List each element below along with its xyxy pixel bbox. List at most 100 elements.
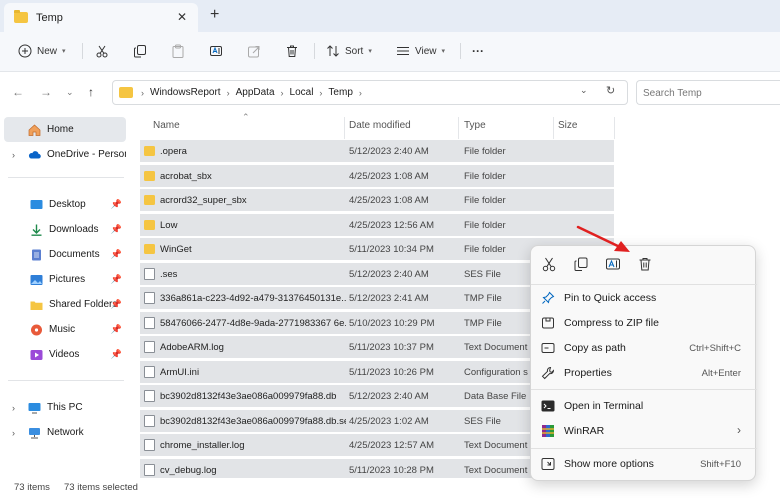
delete-button[interactable] (637, 256, 653, 272)
sidebar-item-downloads[interactable]: Downloads 📌 (4, 217, 126, 242)
menu-item-open-in-terminal[interactable]: Open in Terminal (535, 394, 753, 418)
pin-icon[interactable]: 📌 (111, 199, 122, 210)
copy-button[interactable] (573, 256, 589, 272)
recent-locations-icon[interactable]: ⌄ (66, 87, 74, 98)
sidebar-item-music[interactable]: Music 📌 (4, 317, 126, 342)
more-options-icon (541, 458, 555, 470)
menu-divider (531, 389, 757, 390)
pin-icon[interactable]: 📌 (111, 249, 122, 260)
zip-icon (542, 317, 554, 329)
menu-item-compress-to-zip[interactable]: Compress to ZIP file (535, 311, 753, 335)
sidebar-item-label: Home (47, 124, 74, 135)
breadcrumb-windowsreport[interactable]: WindowsReport (150, 87, 221, 98)
sidebar-item-documents[interactable]: Documents 📌 (4, 242, 126, 267)
column-divider[interactable] (458, 117, 459, 139)
desktop-icon (30, 199, 43, 209)
file-row[interactable]: .opera 5/12/2023 2:40 AM File folder (140, 140, 614, 162)
share-button[interactable] (247, 40, 261, 62)
cut-button[interactable] (541, 256, 557, 272)
rename-icon (606, 258, 620, 270)
chevron-right-icon[interactable]: › (12, 428, 15, 438)
file-name: .ses (160, 268, 178, 280)
menu-item-winrar[interactable]: WinRAR › (535, 419, 753, 443)
sort-button[interactable]: Sort ▾ (326, 40, 372, 62)
back-arrow-icon[interactable]: ← (12, 85, 24, 99)
file-icon (144, 365, 155, 378)
file-date-modified: 5/11/2023 10:28 PM (349, 464, 434, 476)
file-date-modified: 5/11/2023 10:26 PM (349, 366, 434, 378)
sidebar-item-this-pc[interactable]: › This PC (4, 395, 126, 420)
sidebar-item-pictures[interactable]: Pictures 📌 (4, 267, 126, 292)
file-row[interactable]: acrord32_super_sbx 4/25/2023 1:08 AM File … (140, 189, 614, 211)
file-name: 336a861a-c223-4d92-a479-31376450131e.... (160, 293, 346, 304)
file-row[interactable]: Low 4/25/2023 12:56 AM File folder (140, 213, 614, 236)
forward-arrow-icon[interactable]: → (40, 85, 52, 99)
address-bar[interactable]: › WindowsReport › AppData › Local › Temp… (112, 80, 628, 105)
rename-button[interactable] (605, 256, 621, 272)
breadcrumb-appdata[interactable]: AppData (236, 87, 275, 98)
breadcrumb-temp[interactable]: Temp (328, 87, 352, 98)
file-date-modified: 5/12/2023 2:40 AM (349, 391, 429, 402)
pin-icon[interactable]: 📌 (111, 299, 122, 310)
file-row[interactable]: acrobat_sbx 4/25/2023 1:08 AM File folder (140, 164, 614, 187)
menu-item-properties[interactable]: Properties Alt+Enter (535, 361, 753, 385)
folder-icon (144, 170, 155, 181)
sidebar-item-videos[interactable]: Videos 📌 (4, 342, 126, 367)
folder-icon (144, 146, 155, 156)
copy-path-icon (541, 343, 555, 353)
new-button[interactable]: New ▾ (18, 40, 66, 62)
sidebar-item-home[interactable]: Home (4, 117, 126, 142)
delete-button[interactable] (285, 40, 299, 62)
menu-item-copy-as-path[interactable]: Copy as path Ctrl+Shift+C (535, 336, 753, 360)
pin-icon[interactable]: 📌 (111, 324, 122, 335)
pin-icon[interactable]: 📌 (111, 349, 122, 360)
file-date-modified: 5/12/2023 2:40 AM (349, 268, 429, 280)
rename-icon (210, 46, 222, 56)
sidebar-item-label: This PC (47, 402, 83, 413)
column-header-type[interactable]: Type (464, 120, 486, 131)
sidebar-item-label: OneDrive - Persona (47, 149, 126, 160)
sidebar-item-label: Pictures (49, 274, 86, 285)
column-header-size[interactable]: Size (558, 120, 577, 131)
cut-icon (96, 45, 108, 58)
address-dropdown-icon[interactable]: ⌄ (580, 85, 588, 96)
pin-icon[interactable]: 📌 (111, 274, 122, 285)
pin-icon[interactable]: 📌 (111, 224, 122, 235)
view-button[interactable]: View ▾ (396, 40, 445, 62)
column-divider[interactable] (553, 117, 554, 139)
column-header-date[interactable]: Date modified (349, 120, 411, 131)
chevron-right-icon[interactable]: › (12, 403, 15, 413)
menu-item-pin-to-quick-access[interactable]: Pin to Quick access (535, 286, 753, 310)
cut-icon (542, 257, 556, 272)
new-tab-button[interactable]: + (210, 7, 219, 23)
sidebar-item-shared-folders[interactable]: Shared Folders 📌 (4, 292, 126, 317)
breadcrumb-local[interactable]: Local (290, 87, 314, 98)
sidebar-item-label: Network (47, 427, 84, 438)
chevron-right-icon[interactable]: › (12, 150, 15, 160)
column-divider[interactable] (614, 117, 615, 139)
search-input[interactable]: Search Temp (636, 80, 780, 105)
sidebar-item-desktop[interactable]: Desktop 📌 (4, 192, 126, 217)
refresh-icon[interactable]: ↻ (606, 84, 615, 97)
pictures-icon (30, 274, 43, 285)
sidebar-item-network[interactable]: › Network (4, 420, 126, 445)
rename-button[interactable] (209, 40, 223, 62)
column-header-name[interactable]: Name (153, 120, 180, 131)
menu-item-show-more-options[interactable]: Show more options Shift+F10 (535, 452, 753, 476)
sidebar-item-onedrive[interactable]: › OneDrive - Persona (4, 142, 126, 167)
menu-item-label: Properties (564, 367, 612, 379)
close-tab-icon[interactable]: ✕ (175, 10, 189, 24)
see-more-button[interactable]: ··· (472, 40, 484, 62)
file-date-modified: 4/25/2023 1:08 AM (349, 195, 429, 206)
cut-button[interactable] (95, 40, 109, 62)
music-icon (31, 324, 42, 335)
tab-temp[interactable]: Temp ✕ (4, 3, 198, 32)
winrar-icon (542, 425, 554, 437)
menu-item-shortcut: Alt+Enter (701, 368, 741, 379)
paste-button[interactable] (171, 40, 185, 62)
pc-icon (28, 402, 41, 413)
column-divider[interactable] (344, 117, 345, 139)
toolbar-divider (460, 43, 461, 59)
up-arrow-icon[interactable]: ↑ (88, 85, 94, 99)
copy-button[interactable] (133, 40, 147, 62)
